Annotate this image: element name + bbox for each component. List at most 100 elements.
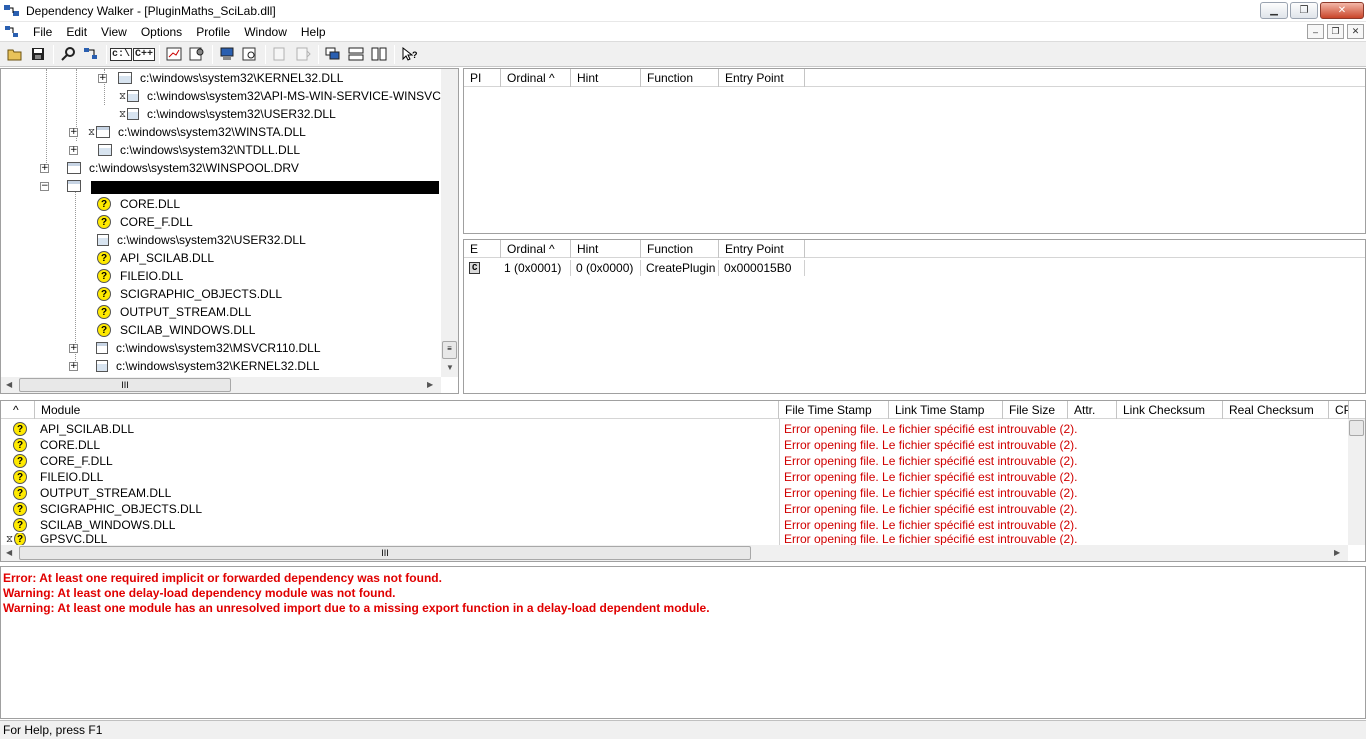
- menu-edit[interactable]: Edit: [59, 25, 94, 39]
- column-header[interactable]: File Size: [1003, 401, 1068, 419]
- system-info-icon[interactable]: [216, 44, 238, 65]
- column-header[interactable]: PI: [464, 69, 501, 87]
- column-header[interactable]: Entry Point: [719, 69, 805, 87]
- expand-icon[interactable]: +: [69, 145, 78, 155]
- module-icon: [127, 90, 140, 102]
- save-icon[interactable]: [27, 44, 49, 65]
- column-header[interactable]: Hint: [571, 240, 641, 258]
- tree-node[interactable]: ? CORE_F.DLL: [97, 213, 193, 231]
- module-vertical-scrollbar[interactable]: [1348, 419, 1365, 545]
- expand-icon[interactable]: +: [69, 361, 78, 371]
- tree-node[interactable]: c:\windows\system32\USER32.DLL: [97, 231, 306, 249]
- properties-icon[interactable]: [186, 44, 208, 65]
- tree-node[interactable]: ⧖ c:\windows\system32\API-MS-WIN-SERVICE…: [119, 87, 445, 105]
- tree-node[interactable]: ? SCILAB_WINDOWS.DLL: [97, 321, 255, 339]
- column-header[interactable]: Ordinal ^: [501, 240, 571, 258]
- find-icon[interactable]: [57, 44, 79, 65]
- tree-node-selected[interactable]: −: [40, 177, 89, 195]
- column-header[interactable]: Link Time Stamp: [889, 401, 1003, 419]
- module-row[interactable]: ? CORE.DLL Error opening file. Le fichie…: [1, 437, 1077, 453]
- log-warning-line: Warning: At least one delay-load depende…: [3, 586, 396, 600]
- expand-icon[interactable]: +: [98, 73, 107, 83]
- dependency-tree-icon[interactable]: [80, 44, 102, 65]
- chart-icon[interactable]: [163, 44, 185, 65]
- column-header[interactable]: Function: [641, 240, 719, 258]
- mdi-minimize-button[interactable]: –: [1307, 24, 1324, 39]
- cascade-icon[interactable]: [322, 44, 344, 65]
- mdi-restore-button[interactable]: ❐: [1327, 24, 1344, 39]
- collapse-icon[interactable]: −: [40, 181, 49, 191]
- column-header[interactable]: Link Checksum: [1117, 401, 1223, 419]
- close-button[interactable]: ✕: [1320, 2, 1364, 19]
- module-row[interactable]: ? API_SCILAB.DLL Error opening file. Le …: [1, 421, 1077, 437]
- tile-vertical-icon[interactable]: [368, 44, 390, 65]
- module-horizontal-scrollbar[interactable]: ◀ III ▶: [1, 545, 1348, 561]
- column-header[interactable]: Attr.: [1068, 401, 1117, 419]
- module-row[interactable]: ? FILEIO.DLL Error opening file. Le fich…: [1, 469, 1077, 485]
- tree-node[interactable]: ? SCIGRAPHIC_OBJECTS.DLL: [97, 285, 282, 303]
- column-header[interactable]: File Time Stamp: [779, 401, 889, 419]
- view-module-icon[interactable]: [239, 44, 261, 65]
- scroll-right-arrow[interactable]: ▶: [427, 380, 433, 389]
- module-icon: [67, 180, 81, 192]
- scroll-right-arrow[interactable]: ▶: [1334, 548, 1340, 557]
- minimize-button[interactable]: ▁: [1260, 2, 1288, 19]
- column-header[interactable]: Entry Point: [719, 240, 805, 258]
- scroll-thumb[interactable]: ≡: [442, 341, 457, 359]
- previous-icon[interactable]: [269, 44, 291, 65]
- column-header[interactable]: Module: [35, 401, 779, 419]
- column-header[interactable]: CP: [1329, 401, 1349, 419]
- tree-node[interactable]: ? FILEIO.DLL: [97, 267, 183, 285]
- tree-node[interactable]: ? OUTPUT_STREAM.DLL: [97, 303, 251, 321]
- menu-window[interactable]: Window: [237, 25, 294, 39]
- help-icon[interactable]: ?: [398, 44, 420, 65]
- delay-load-icon: ⧖: [88, 126, 96, 138]
- scroll-left-arrow[interactable]: ◀: [6, 548, 12, 557]
- tree-node[interactable]: + c:\windows\system32\WINSPOOL.DRV: [40, 159, 299, 177]
- tree-node[interactable]: + c:\windows\system32\KERNEL32.DLL: [69, 357, 319, 375]
- maximize-button[interactable]: ❐: [1290, 2, 1318, 19]
- scroll-left-arrow[interactable]: ◀: [6, 380, 12, 389]
- full-paths-button[interactable]: c:\: [110, 44, 133, 65]
- menu-help[interactable]: Help: [294, 25, 333, 39]
- module-row[interactable]: ? CORE_F.DLL Error opening file. Le fich…: [1, 453, 1077, 469]
- scroll-thumb[interactable]: III: [19, 378, 231, 392]
- expand-icon[interactable]: +: [40, 163, 49, 173]
- tree-node[interactable]: + c:\windows\system32\MSVCR110.DLL: [69, 339, 321, 357]
- column-header[interactable]: ^: [1, 401, 35, 419]
- expand-icon[interactable]: +: [69, 127, 78, 137]
- tree-horizontal-scrollbar[interactable]: ◀ III ▶: [1, 377, 441, 393]
- column-header[interactable]: Ordinal ^: [501, 69, 571, 87]
- scroll-down-arrow[interactable]: ▼: [446, 363, 454, 372]
- tree-node[interactable]: ? API_SCILAB.DLL: [97, 249, 214, 267]
- log-warning-line: Warning: At least one module has an unre…: [3, 601, 710, 615]
- module-row[interactable]: ? SCILAB_WINDOWS.DLL Error opening file.…: [1, 517, 1077, 533]
- open-icon[interactable]: [4, 44, 26, 65]
- tree-vertical-scrollbar[interactable]: ≡ ▼: [441, 69, 458, 377]
- menu-file[interactable]: File: [26, 25, 59, 39]
- module-row[interactable]: ⧖? GPSVC.DLL Error opening file. Le fich…: [1, 533, 1077, 545]
- tree-node[interactable]: ⧖ c:\windows\system32\USER32.DLL: [119, 105, 336, 123]
- expand-icon[interactable]: +: [69, 343, 78, 353]
- scroll-thumb[interactable]: III: [19, 546, 751, 560]
- tree-node[interactable]: ? CORE.DLL: [97, 195, 180, 213]
- menu-options[interactable]: Options: [134, 25, 189, 39]
- export-row[interactable]: C 1 (0x0001) 0 (0x0000) CreatePlugin 0x0…: [464, 260, 805, 276]
- tree-node[interactable]: + c:\windows\system32\NTDLL.DLL: [69, 141, 300, 159]
- tree-node[interactable]: + ⧖ c:\windows\system32\WINSTA.DLL: [69, 123, 306, 141]
- tile-horizontal-icon[interactable]: [345, 44, 367, 65]
- module-row[interactable]: ? OUTPUT_STREAM.DLL Error opening file. …: [1, 485, 1077, 501]
- menu-profile[interactable]: Profile: [189, 25, 237, 39]
- column-header[interactable]: E: [464, 240, 501, 258]
- mdi-close-button[interactable]: ✕: [1347, 24, 1364, 39]
- column-header[interactable]: Real Checksum: [1223, 401, 1329, 419]
- menu-view[interactable]: View: [94, 25, 134, 39]
- document-icon[interactable]: [4, 24, 20, 40]
- column-header[interactable]: Hint: [571, 69, 641, 87]
- next-icon[interactable]: [292, 44, 314, 65]
- scroll-thumb[interactable]: [1349, 420, 1364, 436]
- module-row[interactable]: ? SCIGRAPHIC_OBJECTS.DLL Error opening f…: [1, 501, 1077, 517]
- undecorate-cpp-button[interactable]: C++: [133, 44, 156, 65]
- tree-node[interactable]: + c:\windows\system32\KERNEL32.DLL: [98, 69, 343, 87]
- column-header[interactable]: Function: [641, 69, 719, 87]
